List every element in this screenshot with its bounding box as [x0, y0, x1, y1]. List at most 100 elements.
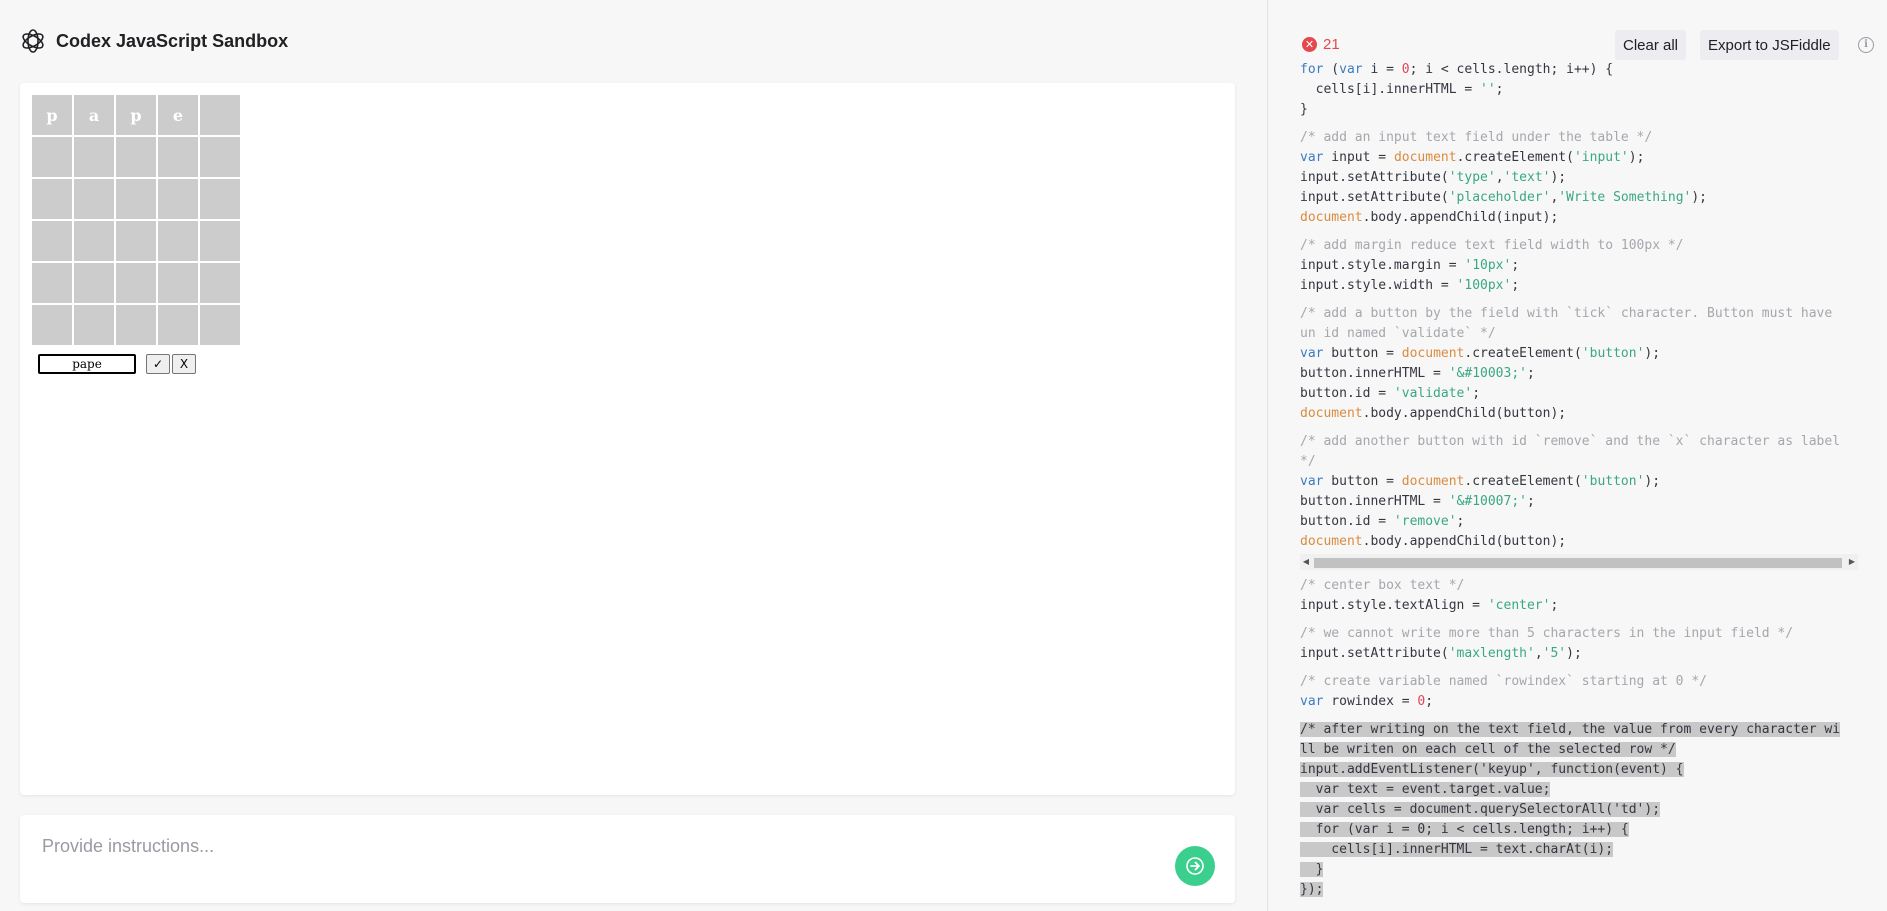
- arrow-right-icon: [1186, 857, 1204, 875]
- grid-cell: [32, 179, 72, 219]
- code-token: '&#10003;': [1448, 366, 1527, 381]
- grid-cell: [74, 305, 114, 345]
- preview-frame: pape ✓ X: [20, 83, 1235, 795]
- code-token: document: [1401, 346, 1465, 361]
- code-token: var: [1300, 694, 1324, 709]
- app-title: Codex JavaScript Sandbox: [56, 30, 289, 51]
- code-line: for (var i = 0; i < cells.length; i++) {: [1300, 60, 1860, 80]
- grid-cell: p: [32, 95, 72, 135]
- code-gap: [1300, 228, 1860, 236]
- grid-cell: [158, 179, 198, 219]
- instruction-box: [20, 815, 1235, 903]
- error-indicator[interactable]: ✕ 21: [1302, 36, 1340, 53]
- code-token: '&#10007;': [1448, 494, 1527, 509]
- grid-cell: [200, 95, 240, 135]
- clear-all-button[interactable]: Clear all: [1615, 30, 1687, 60]
- code-line: /* after writing on the text field, the …: [1300, 720, 1860, 740]
- code-token: /* add margin reduce text field width to…: [1300, 238, 1684, 253]
- code-token: 'button': [1581, 474, 1645, 489]
- grid-cell: e: [158, 95, 198, 135]
- code-view[interactable]: for (var i = 0; i < cells.length; i++) {…: [1300, 60, 1860, 900]
- code-token: input.setAttribute(: [1300, 170, 1449, 185]
- code-token: var: [1339, 62, 1363, 77]
- code-token: 'type': [1448, 170, 1496, 185]
- code-token: /* we cannot write more than 5 character…: [1300, 626, 1794, 641]
- code-token: );: [1566, 646, 1582, 661]
- code-line: document.body.appendChild(button);: [1300, 532, 1860, 552]
- code-line: /* center box text */: [1300, 576, 1860, 596]
- grid-cell: [32, 221, 72, 261]
- app-header: Codex JavaScript Sandbox: [20, 28, 288, 54]
- code-line: var text = event.target.value;: [1300, 780, 1860, 800]
- scrollbar-thumb[interactable]: [1314, 558, 1842, 568]
- code-line: un id named `validate` */: [1300, 324, 1860, 344]
- code-token: ;: [1511, 258, 1520, 273]
- code-token: rowindex =: [1323, 694, 1418, 709]
- code-token: input.style.width =: [1300, 278, 1457, 293]
- grid-cell: [158, 305, 198, 345]
- code-gap: [1300, 664, 1860, 672]
- selected-code-text: });: [1300, 882, 1324, 897]
- scroll-left-arrow-icon[interactable]: ◀: [1300, 554, 1312, 570]
- word-input[interactable]: [38, 354, 136, 374]
- code-line: var button = document.createElement('but…: [1300, 344, 1860, 364]
- validate-button[interactable]: ✓: [146, 354, 170, 374]
- code-token: 'button': [1581, 346, 1645, 361]
- code-token: ;: [1456, 514, 1465, 529]
- selected-code-text: ll be writen on each cell of the selecte…: [1300, 742, 1676, 757]
- code-line: input.style.width = '100px';: [1300, 276, 1860, 296]
- grid-cell: p: [116, 95, 156, 135]
- code-token: input.setAttribute(: [1300, 646, 1449, 661]
- code-token: ,: [1495, 170, 1504, 185]
- code-line: /* add margin reduce text field width to…: [1300, 236, 1860, 256]
- code-line: button.id = 'validate';: [1300, 384, 1860, 404]
- code-line: /* create variable named `rowindex` star…: [1300, 672, 1860, 692]
- code-line: button.innerHTML = '&#10007;';: [1300, 492, 1860, 512]
- code-token: 'Write Something': [1558, 190, 1692, 205]
- code-token: button.innerHTML =: [1300, 366, 1449, 381]
- code-token: un id named `validate` */: [1300, 326, 1496, 341]
- code-line: input.style.margin = '10px';: [1300, 256, 1860, 276]
- grid-row: [32, 263, 240, 303]
- scroll-right-arrow-icon[interactable]: ▶: [1846, 554, 1858, 570]
- code-line: */: [1300, 452, 1860, 472]
- code-token: button =: [1323, 346, 1402, 361]
- code-token: ;: [1425, 694, 1434, 709]
- code-line: input.setAttribute('type','text');: [1300, 168, 1860, 188]
- code-line: input.style.textAlign = 'center';: [1300, 596, 1860, 616]
- sandbox-panel: Codex JavaScript Sandbox pape ✓ X: [0, 0, 1267, 911]
- code-token: var: [1300, 474, 1324, 489]
- code-token: 'maxlength': [1448, 646, 1535, 661]
- code-token: button.id =: [1300, 386, 1394, 401]
- code-token: .body.appendChild(button);: [1362, 534, 1567, 549]
- grid-cell: [74, 221, 114, 261]
- code-line: /* we cannot write more than 5 character…: [1300, 624, 1860, 644]
- code-token: );: [1644, 474, 1661, 489]
- grid-cell: [74, 263, 114, 303]
- info-icon[interactable]: i: [1858, 37, 1874, 53]
- grid-cell: [116, 137, 156, 177]
- selected-code-text: cells[i].innerHTML = text.charAt(i);: [1300, 842, 1614, 857]
- code-gap: [1300, 616, 1860, 624]
- code-token: ; i < cells.length; i++) {: [1409, 62, 1614, 77]
- grid-cell: [116, 263, 156, 303]
- code-token: ;: [1550, 598, 1559, 613]
- code-token: /* add a button by the field with `tick`…: [1300, 306, 1833, 321]
- code-token: document: [1393, 150, 1457, 165]
- remove-button[interactable]: X: [172, 354, 196, 374]
- code-token: document: [1300, 210, 1363, 225]
- code-gap: [1300, 296, 1860, 304]
- grid-cell: [32, 305, 72, 345]
- export-jsfiddle-button[interactable]: Export to JSFiddle: [1700, 30, 1839, 60]
- send-button[interactable]: [1175, 846, 1215, 886]
- code-token: document: [1300, 534, 1363, 549]
- code-token: .createElement(: [1464, 474, 1582, 489]
- code-line: var input = document.createElement('inpu…: [1300, 148, 1860, 168]
- code-line: /* add another button with id `remove` a…: [1300, 432, 1860, 452]
- grid-cell: [116, 179, 156, 219]
- selected-code-text: var cells = document.querySelectorAll('t…: [1300, 802, 1661, 817]
- instruction-input[interactable]: [40, 831, 1124, 861]
- code-line: var rowindex = 0;: [1300, 692, 1860, 712]
- code-horizontal-scrollbar[interactable]: ◀ ▶: [1300, 554, 1858, 570]
- code-token: ;: [1527, 494, 1535, 509]
